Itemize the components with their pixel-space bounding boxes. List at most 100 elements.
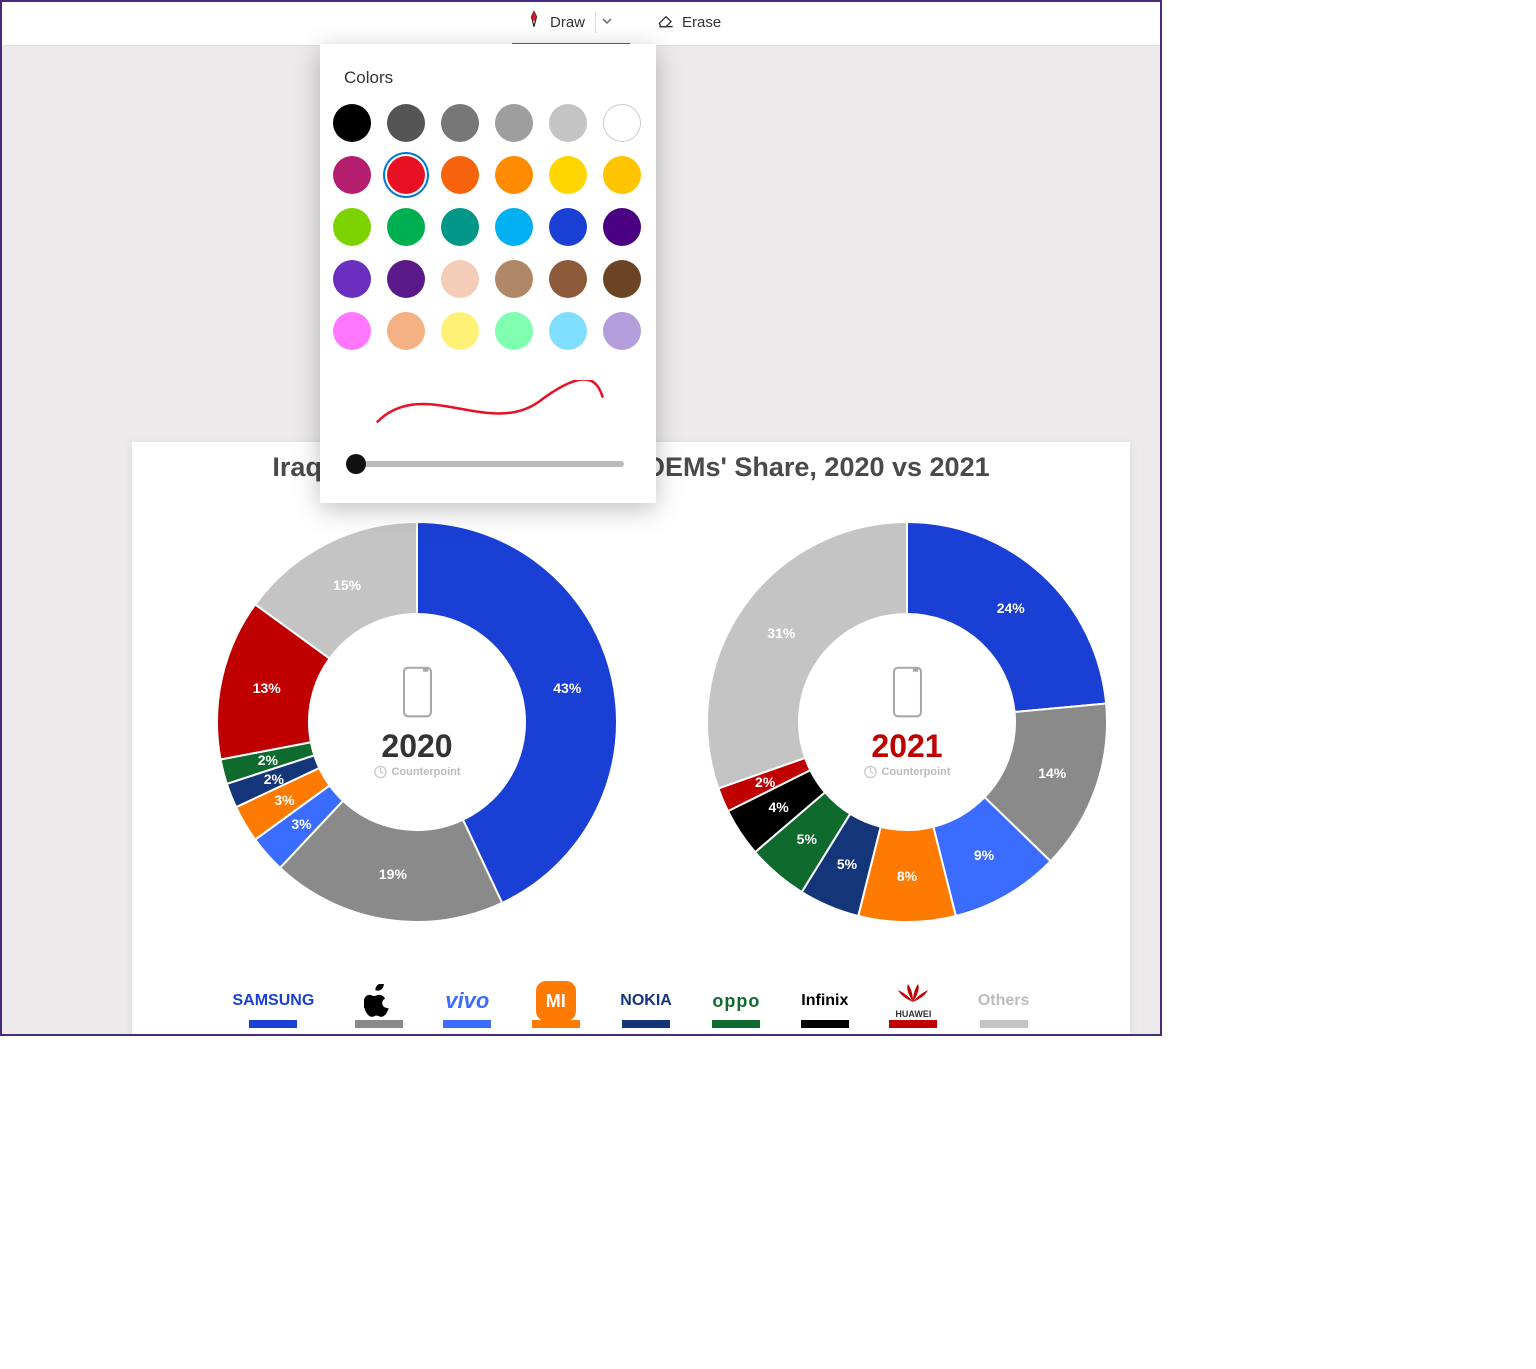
slice-value-label: 5% [797, 831, 817, 847]
slice-value-label: 5% [837, 856, 857, 872]
color-swatch[interactable] [603, 312, 641, 350]
color-swatch[interactable] [495, 208, 533, 246]
color-swatch[interactable] [441, 156, 479, 194]
erase-label: Erase [682, 14, 721, 31]
legend-logo: oppo [712, 984, 760, 1018]
donut-center-2021: 2021 Counterpoint [863, 665, 950, 779]
legend-color-bar [801, 1020, 849, 1028]
legend-logo: Infinix [801, 984, 848, 1018]
legend-color-bar [980, 1020, 1028, 1028]
year-label-2020: 2020 [373, 728, 460, 765]
legend-logo: MI [536, 984, 576, 1018]
stroke-preview [350, 380, 630, 430]
source-label-2020: Counterpoint [373, 765, 460, 779]
draw-button[interactable]: Draw [512, 2, 630, 46]
slice-value-label: 2% [264, 771, 284, 787]
color-swatch[interactable] [333, 104, 371, 142]
slice-value-label: 19% [379, 866, 407, 882]
legend-item: MI [532, 984, 580, 1028]
color-swatches [340, 104, 636, 350]
slice-value-label: 43% [553, 680, 581, 696]
colors-heading: Colors [344, 68, 636, 88]
chart-card: Iraq Smartphone Market Top OEMs' Share, … [132, 442, 1130, 1036]
year-label-2021: 2021 [863, 728, 950, 765]
color-swatch[interactable] [495, 312, 533, 350]
color-swatch[interactable] [549, 312, 587, 350]
color-swatch[interactable] [387, 104, 425, 142]
color-swatch[interactable] [495, 104, 533, 142]
thickness-slider[interactable] [352, 461, 624, 467]
legend-logo: NOKIA [620, 984, 672, 1018]
slice-value-label: 14% [1038, 765, 1066, 781]
thickness-slider-thumb[interactable] [346, 454, 366, 474]
slice-value-label: 24% [997, 600, 1025, 616]
legend: SAMSUNG vivo MI NOKIA oppo Infinix HUAWEI Other… [132, 984, 1130, 1028]
legend-item: NOKIA [620, 984, 672, 1028]
donut-2021: 2021 Counterpoint 24% 14% 9% 8% 5% 5% 4% 2% 31% [687, 502, 1127, 942]
color-swatch[interactable] [441, 260, 479, 298]
color-swatch[interactable] [441, 208, 479, 246]
slice-value-label: 13% [253, 680, 281, 696]
draw-label: Draw [550, 14, 585, 31]
phone-icon [890, 665, 924, 719]
erase-button[interactable]: Erase [644, 2, 733, 46]
slice-value-label: 31% [767, 625, 795, 641]
eraser-icon [656, 10, 676, 34]
legend-item: Others [978, 984, 1030, 1028]
slice-value-label: 2% [755, 774, 775, 790]
legend-item: HUAWEI [889, 984, 937, 1028]
draw-options-panel: Colors [320, 44, 656, 503]
legend-color-bar [443, 1020, 491, 1028]
color-swatch[interactable] [441, 104, 479, 142]
slice-value-label: 9% [974, 847, 994, 863]
color-swatch[interactable] [333, 156, 371, 194]
color-swatch[interactable] [549, 156, 587, 194]
color-swatch[interactable] [603, 208, 641, 246]
legend-logo [364, 984, 394, 1018]
slice-value-label: 4% [769, 799, 789, 815]
color-swatch[interactable] [333, 208, 371, 246]
source-label-2021: Counterpoint [863, 765, 950, 779]
legend-color-bar [532, 1020, 580, 1028]
legend-color-bar [712, 1020, 760, 1028]
color-swatch[interactable] [441, 312, 479, 350]
legend-logo: HUAWEI [895, 984, 931, 1018]
color-swatch[interactable] [333, 312, 371, 350]
color-swatch[interactable] [549, 260, 587, 298]
legend-color-bar [249, 1020, 297, 1028]
legend-color-bar [622, 1020, 670, 1028]
donut-center-2020: 2020 Counterpoint [373, 665, 460, 779]
color-swatch[interactable] [603, 104, 641, 142]
color-swatch[interactable] [549, 104, 587, 142]
color-swatch[interactable] [495, 260, 533, 298]
phone-icon [400, 665, 434, 719]
color-swatch[interactable] [387, 260, 425, 298]
color-swatch[interactable] [603, 260, 641, 298]
app-window: Draw Erase Iraq Smartphone Market Top OE… [0, 0, 1162, 1036]
color-swatch[interactable] [495, 156, 533, 194]
draw-dropdown-chevron[interactable] [595, 12, 618, 33]
slice-value-label: 2% [258, 752, 278, 768]
color-swatch[interactable] [387, 156, 425, 194]
legend-color-bar [355, 1020, 403, 1028]
color-swatch[interactable] [549, 208, 587, 246]
donut-2020: 2020 Counterpoint 43% 19% 3% 3% 2% 2% 13% 15% [197, 502, 637, 942]
legend-logo: vivo [445, 984, 489, 1018]
legend-item [355, 984, 403, 1028]
slice-value-label: 8% [897, 868, 917, 884]
color-swatch[interactable] [603, 156, 641, 194]
color-swatch[interactable] [387, 312, 425, 350]
legend-logo: Others [978, 984, 1030, 1018]
toolbar: Draw Erase [2, 2, 1160, 46]
color-swatch[interactable] [387, 208, 425, 246]
slice-value-label: 3% [274, 792, 294, 808]
pen-icon [524, 10, 544, 34]
slice-value-label: 3% [291, 816, 311, 832]
legend-item: oppo [712, 984, 760, 1028]
legend-item: Infinix [801, 984, 849, 1028]
legend-color-bar [889, 1020, 937, 1028]
slice-value-label: 15% [333, 577, 361, 593]
color-swatch[interactable] [333, 260, 371, 298]
legend-item: SAMSUNG [233, 984, 315, 1028]
legend-logo: SAMSUNG [233, 984, 315, 1018]
